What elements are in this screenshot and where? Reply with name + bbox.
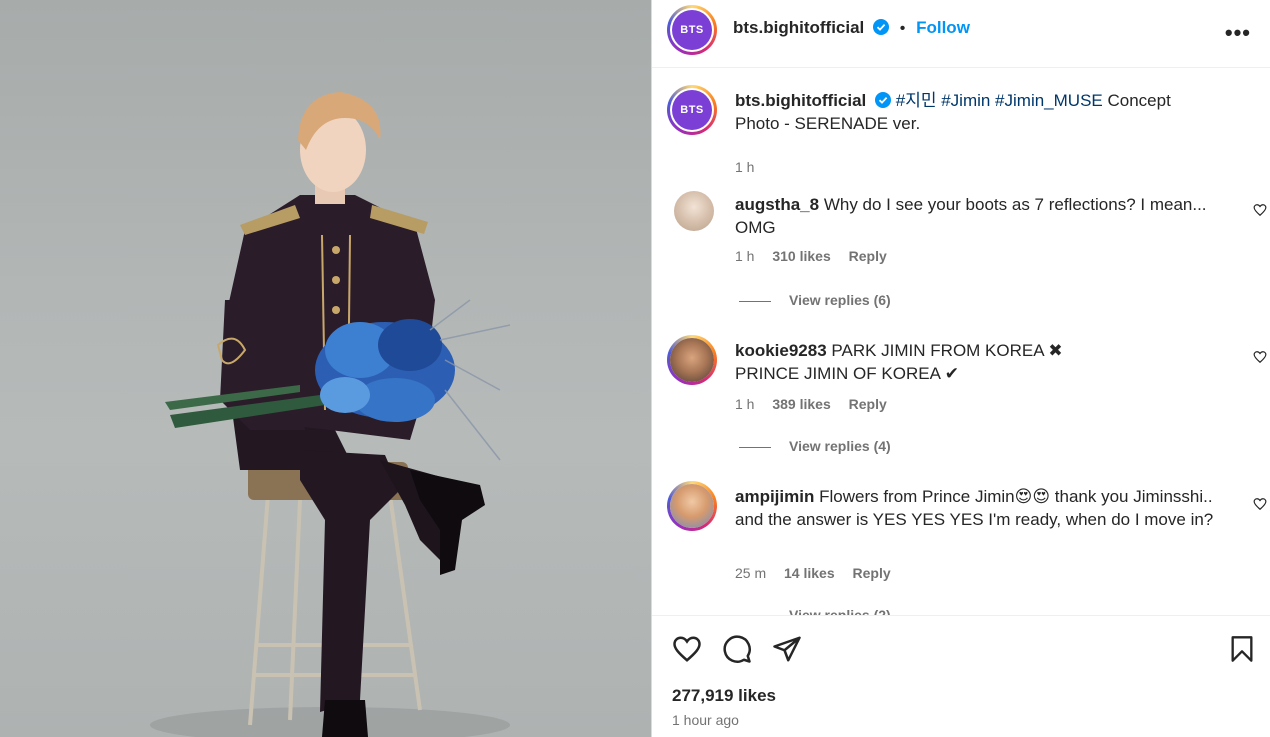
more-options-icon[interactable]: ••• bbox=[1225, 20, 1251, 46]
comment-time: 1 h bbox=[735, 248, 755, 264]
reply-button[interactable]: Reply bbox=[849, 396, 887, 412]
view-replies[interactable]: View replies (4) bbox=[739, 438, 891, 454]
comment-avatar[interactable] bbox=[667, 335, 717, 385]
comment-meta: 1 h 310 likes Reply bbox=[735, 248, 901, 264]
heart-icon[interactable] bbox=[672, 634, 702, 664]
verified-icon bbox=[875, 92, 892, 108]
comment-heart-icon[interactable] bbox=[1253, 350, 1267, 364]
post-panel: BTS bts.bighitofficial • Follow ••• BTS … bbox=[651, 0, 1270, 737]
bts-logo: BTS bbox=[672, 10, 712, 50]
caption-text: bts.bighitofficial #지민 #Jimin #Jimin_MUS… bbox=[735, 89, 1215, 135]
bookmark-icon[interactable] bbox=[1228, 634, 1256, 664]
bts-logo: BTS bbox=[672, 90, 712, 130]
comments-list[interactable]: BTS bts.bighitofficial #지민 #Jimin #Jimin… bbox=[652, 69, 1270, 615]
separator-dot: • bbox=[899, 20, 906, 37]
comment-meta: 1 h 389 likes Reply bbox=[735, 396, 901, 412]
caption-hashtags[interactable]: #지민 #Jimin #Jimin_MUSE bbox=[896, 91, 1103, 110]
concept-photo-illustration bbox=[150, 92, 511, 737]
comment-meta: 25 m 14 likes Reply bbox=[735, 565, 905, 581]
caption-username[interactable]: bts.bighitofficial bbox=[735, 91, 866, 110]
comment-body: kookie9283 PARK JIMIN FROM KOREA ✖ PRINC… bbox=[735, 339, 1215, 385]
post-time: 1 hour ago bbox=[672, 712, 739, 728]
comment-likes[interactable]: 14 likes bbox=[784, 565, 835, 581]
comment-username[interactable]: augstha_8 bbox=[735, 195, 819, 214]
follow-button[interactable]: Follow bbox=[916, 18, 970, 37]
comment-text-line1: PARK JIMIN FROM KOREA ✖ bbox=[831, 341, 1063, 360]
like-count[interactable]: 277,919 likes bbox=[672, 686, 776, 706]
comment-avatar[interactable] bbox=[674, 191, 724, 241]
view-replies[interactable]: View replies (2) bbox=[739, 607, 891, 615]
caption-avatar[interactable]: BTS bbox=[667, 85, 717, 135]
reply-button[interactable]: Reply bbox=[853, 565, 891, 581]
view-replies[interactable]: View replies (6) bbox=[739, 292, 891, 308]
share-icon[interactable] bbox=[772, 634, 802, 664]
comment-time: 1 h bbox=[735, 396, 755, 412]
caption-time: 1 h bbox=[735, 159, 755, 175]
caption-meta: 1 h bbox=[735, 159, 768, 175]
comment-likes[interactable]: 310 likes bbox=[772, 248, 830, 264]
post-image[interactable] bbox=[0, 0, 651, 737]
post-footer: 277,919 likes 1 hour ago bbox=[652, 615, 1270, 737]
comment-username[interactable]: ampijimin bbox=[735, 487, 814, 506]
comment-heart-icon[interactable] bbox=[1253, 497, 1267, 511]
comment-text-line2: PRINCE JIMIN OF KOREA ✔ bbox=[735, 364, 959, 383]
author-avatar[interactable]: BTS bbox=[667, 5, 717, 55]
comment-heart-icon[interactable] bbox=[1253, 203, 1267, 217]
comment-time: 25 m bbox=[735, 565, 767, 581]
comment-likes[interactable]: 389 likes bbox=[772, 396, 830, 412]
comment-body: augstha_8 Why do I see your boots as 7 r… bbox=[735, 193, 1215, 239]
author-username[interactable]: bts.bighitofficial bbox=[733, 18, 864, 37]
comment-body: ampijimin Flowers from Prince Jimin😍😍 th… bbox=[735, 485, 1215, 531]
post-header: BTS bts.bighitofficial • Follow ••• bbox=[652, 0, 1270, 68]
verified-icon bbox=[873, 19, 890, 35]
reply-button[interactable]: Reply bbox=[849, 248, 887, 264]
comment-icon[interactable] bbox=[722, 634, 752, 664]
comment-avatar[interactable] bbox=[667, 481, 717, 531]
header-author-row: bts.bighitofficial • Follow bbox=[733, 18, 970, 38]
comment-username[interactable]: kookie9283 bbox=[735, 341, 827, 360]
